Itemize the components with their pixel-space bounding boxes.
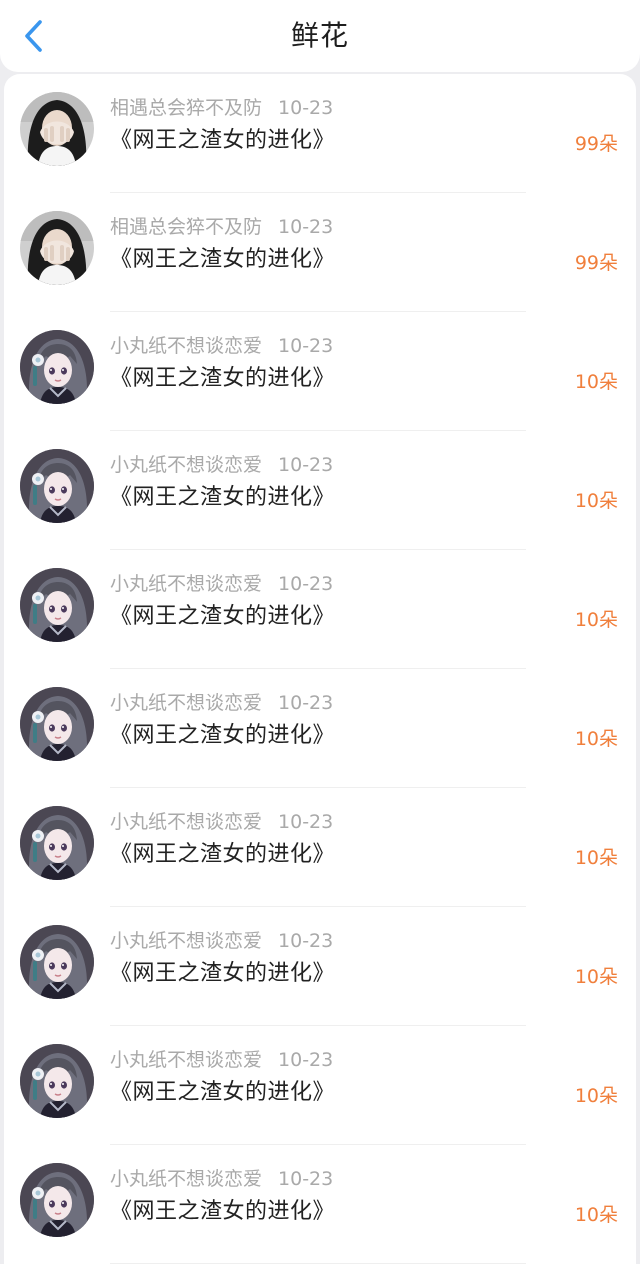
gift-date: 10-23 — [278, 454, 334, 476]
list-item[interactable]: 小丸纸不想谈恋爱 10-23 《网王之渣女的进化》 10朵 — [4, 431, 636, 550]
flower-amount: 10朵 — [574, 728, 618, 750]
list-item[interactable]: 小丸纸不想谈恋爱 10-23 《网王之渣女的进化》 10朵 — [4, 907, 636, 1026]
avatar[interactable] — [20, 1163, 94, 1237]
sender-name: 小丸纸不想谈恋爱 — [110, 930, 263, 952]
sender-name: 相遇总会猝不及防 — [110, 97, 263, 119]
sender-name: 小丸纸不想谈恋爱 — [110, 692, 263, 714]
avatar[interactable] — [20, 687, 94, 761]
flower-amount: 10朵 — [574, 609, 618, 631]
list-item[interactable]: 小丸纸不想谈恋爱 10-23 《网王之渣女的进化》 10朵 — [4, 788, 636, 907]
avatar[interactable] — [20, 568, 94, 642]
book-title: 《网王之渣女的进化》 — [110, 128, 336, 153]
book-title: 《网王之渣女的进化》 — [110, 1080, 336, 1105]
flower-amount: 10朵 — [574, 966, 618, 988]
sender-meta: 小丸纸不想谈恋爱 10-23 — [110, 1167, 333, 1191]
avatar[interactable] — [20, 925, 94, 999]
sender-name: 小丸纸不想谈恋爱 — [110, 335, 263, 357]
sender-name: 小丸纸不想谈恋爱 — [110, 1049, 263, 1071]
sender-name: 小丸纸不想谈恋爱 — [110, 811, 263, 833]
book-title: 《网王之渣女的进化》 — [110, 247, 336, 272]
gift-date: 10-23 — [278, 573, 334, 595]
book-title: 《网王之渣女的进化》 — [110, 1199, 336, 1224]
gift-date: 10-23 — [278, 216, 334, 238]
sender-meta: 小丸纸不想谈恋爱 10-23 — [110, 572, 333, 596]
gift-date: 10-23 — [278, 1168, 334, 1190]
list-item[interactable]: 小丸纸不想谈恋爱 10-23 《网王之渣女的进化》 10朵 — [4, 1145, 636, 1264]
sender-meta: 小丸纸不想谈恋爱 10-23 — [110, 453, 333, 477]
sender-meta: 小丸纸不想谈恋爱 10-23 — [110, 691, 333, 715]
list-item[interactable]: 小丸纸不想谈恋爱 10-23 《网王之渣女的进化》 10朵 — [4, 550, 636, 669]
book-title: 《网王之渣女的进化》 — [110, 723, 336, 748]
sender-meta: 小丸纸不想谈恋爱 10-23 — [110, 1048, 333, 1072]
gift-date: 10-23 — [278, 692, 334, 714]
flower-amount: 10朵 — [574, 490, 618, 512]
avatar[interactable] — [20, 806, 94, 880]
avatar[interactable] — [20, 1044, 94, 1118]
book-title: 《网王之渣女的进化》 — [110, 485, 336, 510]
avatar[interactable] — [20, 211, 94, 285]
sender-meta: 相遇总会猝不及防 10-23 — [110, 215, 333, 239]
list-item[interactable]: 小丸纸不想谈恋爱 10-23 《网王之渣女的进化》 10朵 — [4, 312, 636, 431]
sender-meta: 小丸纸不想谈恋爱 10-23 — [110, 929, 333, 953]
avatar[interactable] — [20, 449, 94, 523]
list-item[interactable]: 小丸纸不想谈恋爱 10-23 《网王之渣女的进化》 10朵 — [4, 1026, 636, 1145]
book-title: 《网王之渣女的进化》 — [110, 604, 336, 629]
flower-amount: 99朵 — [574, 252, 618, 274]
gift-date: 10-23 — [278, 335, 334, 357]
list-item[interactable]: 小丸纸不想谈恋爱 10-23 《网王之渣女的进化》 10朵 — [4, 669, 636, 788]
sender-meta: 相遇总会猝不及防 10-23 — [110, 96, 333, 120]
top-nav-bar: 鲜花 — [0, 0, 640, 72]
flower-amount: 10朵 — [574, 371, 618, 393]
sender-name: 相遇总会猝不及防 — [110, 216, 263, 238]
avatar[interactable] — [20, 92, 94, 166]
sender-name: 小丸纸不想谈恋爱 — [110, 573, 263, 595]
gift-date: 10-23 — [278, 930, 334, 952]
page-title: 鲜花 — [290, 19, 349, 52]
book-title: 《网王之渣女的进化》 — [110, 366, 336, 391]
gift-date: 10-23 — [278, 811, 334, 833]
sender-meta: 小丸纸不想谈恋爱 10-23 — [110, 810, 333, 834]
sender-name: 小丸纸不想谈恋爱 — [110, 454, 263, 476]
flower-gift-list: 相遇总会猝不及防 10-23 《网王之渣女的进化》 99朵 相遇总会猝不及防 10-… — [4, 74, 636, 1264]
book-title: 《网王之渣女的进化》 — [110, 961, 336, 986]
flower-amount: 10朵 — [574, 1085, 618, 1107]
avatar[interactable] — [20, 330, 94, 404]
gift-date: 10-23 — [278, 97, 334, 119]
sender-name: 小丸纸不想谈恋爱 — [110, 1168, 263, 1190]
sender-meta: 小丸纸不想谈恋爱 10-23 — [110, 334, 333, 358]
book-title: 《网王之渣女的进化》 — [110, 842, 336, 867]
list-item[interactable]: 相遇总会猝不及防 10-23 《网王之渣女的进化》 99朵 — [4, 193, 636, 312]
list-item[interactable]: 相遇总会猝不及防 10-23 《网王之渣女的进化》 99朵 — [4, 74, 636, 193]
gift-date: 10-23 — [278, 1049, 334, 1071]
flower-amount: 10朵 — [574, 847, 618, 869]
flower-amount: 10朵 — [574, 1204, 618, 1226]
flower-amount: 99朵 — [574, 133, 618, 155]
